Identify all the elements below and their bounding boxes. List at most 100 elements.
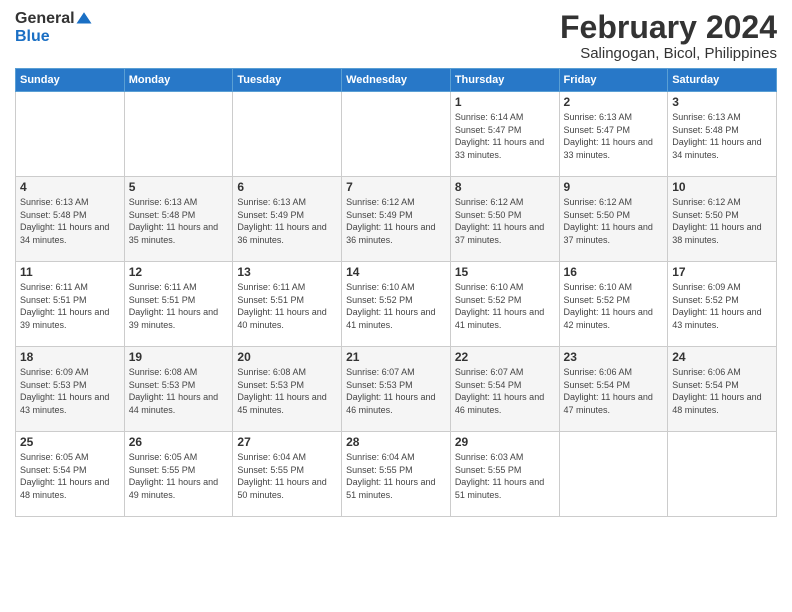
day-number: 26 xyxy=(129,435,229,449)
calendar-cell: 7 Sunrise: 6:12 AM Sunset: 5:49 PM Daylig… xyxy=(342,177,451,262)
calendar-body: 1Sunrise: 6:14 AM Sunset: 5:47 PM Daylig… xyxy=(16,92,777,517)
day-number: 15 xyxy=(455,265,555,279)
calendar-header: SundayMondayTuesdayWednesdayThursdayFrid… xyxy=(16,69,777,92)
calendar-cell: 23Sunrise: 6:06 AM Sunset: 5:54 PM Dayli… xyxy=(559,347,668,432)
calendar-cell: 21 Sunrise: 6:07 AM Sunset: 5:53 PM Dayli… xyxy=(342,347,451,432)
day-info: Sunrise: 6:12 AM Sunset: 5:50 PM Dayligh… xyxy=(455,196,555,246)
calendar-cell: 22 Sunrise: 6:07 AM Sunset: 5:54 PM Dayli… xyxy=(450,347,559,432)
calendar-cell: 13Sunrise: 6:11 AM Sunset: 5:51 PM Dayli… xyxy=(233,262,342,347)
calendar-cell xyxy=(668,432,777,517)
calendar-cell: 10Sunrise: 6:12 AM Sunset: 5:50 PM Dayli… xyxy=(668,177,777,262)
logo-blue-text: Blue xyxy=(15,28,50,45)
calendar-cell: 17Sunrise: 6:09 AM Sunset: 5:52 PM Dayli… xyxy=(668,262,777,347)
day-info: Sunrise: 6:13 AM Sunset: 5:49 PM Dayligh… xyxy=(237,196,337,246)
logo-icon xyxy=(75,10,93,28)
header-day-monday: Monday xyxy=(124,69,233,92)
subtitle: Salingogan, Bicol, Philippines xyxy=(560,45,777,62)
calendar-cell: 5Sunrise: 6:13 AM Sunset: 5:48 PM Daylig… xyxy=(124,177,233,262)
calendar-cell: 15 Sunrise: 6:10 AM Sunset: 5:52 PM Dayli… xyxy=(450,262,559,347)
header-day-thursday: Thursday xyxy=(450,69,559,92)
calendar-cell: 2 Sunrise: 6:13 AM Sunset: 5:47 PM Daylig… xyxy=(559,92,668,177)
calendar-cell: 27 Sunrise: 6:04 AM Sunset: 5:55 PM Dayli… xyxy=(233,432,342,517)
calendar-cell: 12 Sunrise: 6:11 AM Sunset: 5:51 PM Dayli… xyxy=(124,262,233,347)
calendar-cell: 16 Sunrise: 6:10 AM Sunset: 5:52 PM Dayli… xyxy=(559,262,668,347)
header-day-wednesday: Wednesday xyxy=(342,69,451,92)
header-row: SundayMondayTuesdayWednesdayThursdayFrid… xyxy=(16,69,777,92)
day-number: 27 xyxy=(237,435,337,449)
calendar-cell: 8 Sunrise: 6:12 AM Sunset: 5:50 PM Daylig… xyxy=(450,177,559,262)
header-day-saturday: Saturday xyxy=(668,69,777,92)
calendar-cell: 14 Sunrise: 6:10 AM Sunset: 5:52 PM Dayli… xyxy=(342,262,451,347)
day-info: Sunrise: 6:09 AM Sunset: 5:52 PM Dayligh… xyxy=(672,281,772,331)
calendar-cell: 4 Sunrise: 6:13 AM Sunset: 5:48 PM Daylig… xyxy=(16,177,125,262)
header-day-tuesday: Tuesday xyxy=(233,69,342,92)
day-info: Sunrise: 6:13 AM Sunset: 5:47 PM Dayligh… xyxy=(564,111,664,161)
header-day-friday: Friday xyxy=(559,69,668,92)
calendar-cell: 11Sunrise: 6:11 AM Sunset: 5:51 PM Dayli… xyxy=(16,262,125,347)
day-info: Sunrise: 6:12 AM Sunset: 5:49 PM Dayligh… xyxy=(346,196,446,246)
day-number: 11 xyxy=(20,265,120,279)
calendar-cell: 28 Sunrise: 6:04 AM Sunset: 5:55 PM Dayli… xyxy=(342,432,451,517)
calendar-cell: 24 Sunrise: 6:06 AM Sunset: 5:54 PM Dayli… xyxy=(668,347,777,432)
week-row-2: 4 Sunrise: 6:13 AM Sunset: 5:48 PM Daylig… xyxy=(16,177,777,262)
header: General Blue February 2024 Salingogan, B… xyxy=(15,10,777,62)
day-info: Sunrise: 6:03 AM Sunset: 5:55 PM Dayligh… xyxy=(455,451,555,501)
calendar-cell: 19Sunrise: 6:08 AM Sunset: 5:53 PM Dayli… xyxy=(124,347,233,432)
calendar-cell: 3 Sunrise: 6:13 AM Sunset: 5:48 PM Daylig… xyxy=(668,92,777,177)
calendar-cell xyxy=(16,92,125,177)
day-number: 3 xyxy=(672,95,772,109)
day-number: 7 xyxy=(346,180,446,194)
day-info: Sunrise: 6:06 AM Sunset: 5:54 PM Dayligh… xyxy=(564,366,664,416)
calendar-cell xyxy=(124,92,233,177)
day-info: Sunrise: 6:07 AM Sunset: 5:53 PM Dayligh… xyxy=(346,366,446,416)
calendar-cell: 18Sunrise: 6:09 AM Sunset: 5:53 PM Dayli… xyxy=(16,347,125,432)
header-day-sunday: Sunday xyxy=(16,69,125,92)
day-number: 25 xyxy=(20,435,120,449)
calendar-cell: 26 Sunrise: 6:05 AM Sunset: 5:55 PM Dayli… xyxy=(124,432,233,517)
day-number: 20 xyxy=(237,350,337,364)
title-block: February 2024 Salingogan, Bicol, Philipp… xyxy=(560,10,777,62)
week-row-5: 25Sunrise: 6:05 AM Sunset: 5:54 PM Dayli… xyxy=(16,432,777,517)
day-info: Sunrise: 6:10 AM Sunset: 5:52 PM Dayligh… xyxy=(346,281,446,331)
day-number: 4 xyxy=(20,180,120,194)
day-number: 8 xyxy=(455,180,555,194)
calendar-cell: 25Sunrise: 6:05 AM Sunset: 5:54 PM Dayli… xyxy=(16,432,125,517)
day-number: 16 xyxy=(564,265,664,279)
week-row-4: 18Sunrise: 6:09 AM Sunset: 5:53 PM Dayli… xyxy=(16,347,777,432)
day-info: Sunrise: 6:05 AM Sunset: 5:55 PM Dayligh… xyxy=(129,451,229,501)
main-title: February 2024 xyxy=(560,10,777,45)
calendar-table: SundayMondayTuesdayWednesdayThursdayFrid… xyxy=(15,68,777,517)
day-number: 9 xyxy=(564,180,664,194)
day-number: 12 xyxy=(129,265,229,279)
day-info: Sunrise: 6:08 AM Sunset: 5:53 PM Dayligh… xyxy=(237,366,337,416)
day-info: Sunrise: 6:07 AM Sunset: 5:54 PM Dayligh… xyxy=(455,366,555,416)
day-number: 21 xyxy=(346,350,446,364)
calendar-cell: 9Sunrise: 6:12 AM Sunset: 5:50 PM Daylig… xyxy=(559,177,668,262)
day-info: Sunrise: 6:04 AM Sunset: 5:55 PM Dayligh… xyxy=(346,451,446,501)
day-info: Sunrise: 6:04 AM Sunset: 5:55 PM Dayligh… xyxy=(237,451,337,501)
day-number: 28 xyxy=(346,435,446,449)
calendar-cell: 6 Sunrise: 6:13 AM Sunset: 5:49 PM Daylig… xyxy=(233,177,342,262)
day-number: 18 xyxy=(20,350,120,364)
calendar-cell: 1Sunrise: 6:14 AM Sunset: 5:47 PM Daylig… xyxy=(450,92,559,177)
calendar-cell: 20 Sunrise: 6:08 AM Sunset: 5:53 PM Dayli… xyxy=(233,347,342,432)
calendar-cell: 29Sunrise: 6:03 AM Sunset: 5:55 PM Dayli… xyxy=(450,432,559,517)
day-info: Sunrise: 6:06 AM Sunset: 5:54 PM Dayligh… xyxy=(672,366,772,416)
day-number: 22 xyxy=(455,350,555,364)
day-number: 6 xyxy=(237,180,337,194)
day-number: 14 xyxy=(346,265,446,279)
week-row-3: 11 Sunrise: 6:11 AM Sunset: 5:51 PM Dayli… xyxy=(16,262,777,347)
day-info: Sunrise: 6:10 AM Sunset: 5:52 PM Dayligh… xyxy=(455,281,555,331)
day-info: Sunrise: 6:10 AM Sunset: 5:52 PM Dayligh… xyxy=(564,281,664,331)
day-info: Sunrise: 6:08 AM Sunset: 5:53 PM Dayligh… xyxy=(129,366,229,416)
day-info: Sunrise: 6:11 AM Sunset: 5:51 PM Dayligh… xyxy=(129,281,229,331)
week-row-1: 1Sunrise: 6:14 AM Sunset: 5:47 PM Daylig… xyxy=(16,92,777,177)
day-info: Sunrise: 6:13 AM Sunset: 5:48 PM Dayligh… xyxy=(672,111,772,161)
day-number: 2 xyxy=(564,95,664,109)
day-number: 13 xyxy=(237,265,337,279)
day-number: 1 xyxy=(455,95,555,109)
page-container: General Blue February 2024 Salingogan, B… xyxy=(0,0,792,522)
calendar-cell xyxy=(342,92,451,177)
day-number: 24 xyxy=(672,350,772,364)
day-info: Sunrise: 6:13 AM Sunset: 5:48 PM Dayligh… xyxy=(20,196,120,246)
